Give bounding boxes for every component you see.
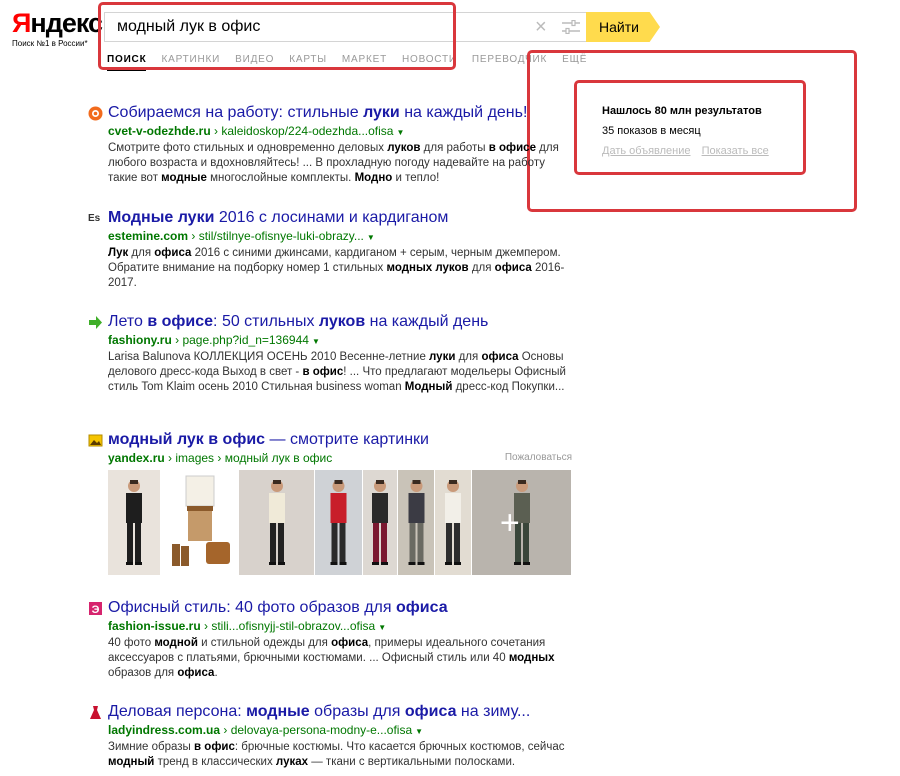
more-images-plus-icon[interactable]: + (500, 506, 520, 540)
gallery-thumbnail[interactable] (435, 470, 471, 575)
search-result: Деловая персона: модные образы для офиса… (88, 702, 578, 770)
result-snippet: Зимние образы в офис: брючные костюмы. Ч… (108, 741, 565, 768)
results-count: Нашлось 80 млн результатов (602, 105, 762, 117)
fashion-issue-icon: Э (89, 602, 102, 616)
result-title-link[interactable]: Деловая персона: модные образы для офиса… (108, 702, 578, 722)
search-result: Лето в офисе: 50 стильных луков на кажды… (88, 312, 578, 395)
result-url[interactable]: fashion-issue.ru › stili...ofisnyjj-stil… (108, 618, 578, 636)
image-gallery: + (108, 470, 572, 575)
image-gallery-icon (88, 434, 103, 447)
clear-icon[interactable]: × (535, 17, 547, 37)
gallery-thumbnail[interactable] (397, 470, 435, 575)
result-snippet: 40 фото модной и стильной одежды для офи… (108, 637, 555, 679)
search-result: Собираемся на работу: стильные луки на к… (88, 103, 578, 186)
search-result: Э Офисный стиль: 40 фото образов для офи… (88, 598, 578, 681)
gallery-thumbnail[interactable] (160, 470, 238, 575)
result-title-link[interactable]: Офисный стиль: 40 фото образов для офиса (108, 598, 578, 618)
result-title-link[interactable]: Лето в офисе: 50 стильных луков на кажды… (108, 312, 578, 332)
gallery-thumbnail[interactable] (108, 470, 160, 575)
orange-circle-icon (88, 106, 103, 121)
gallery-thumbnail[interactable] (362, 470, 397, 575)
result-title-link[interactable]: модный лук в офис — смотрите картинки (108, 430, 578, 450)
report-link[interactable]: Пожаловаться (505, 452, 572, 463)
result-snippet: Смотрите фото стильных и одновременно де… (108, 142, 559, 184)
find-button[interactable]: Найти (586, 12, 660, 42)
result-title-link[interactable]: Модные луки 2016 с лосинами и кардиганом (108, 208, 578, 228)
red-dress-icon (90, 706, 101, 719)
result-snippet: Larisa Balunova КОЛЛЕКЦИЯ ОСЕНЬ 2010 Вес… (108, 351, 566, 393)
green-arrow-icon (89, 316, 102, 329)
result-url[interactable]: fashiony.ru › page.php?id_n=136944 ▼ (108, 332, 578, 350)
svg-text:Э: Э (92, 604, 100, 616)
gallery-thumbnail[interactable]: + (471, 470, 571, 575)
monthly-shows: 35 показов в месяц (602, 125, 701, 137)
search-result: Пожаловаться модный лук в офис — смотрит… (88, 430, 578, 466)
gallery-thumbnail[interactable] (238, 470, 315, 575)
result-snippet: Лук для офиса 2016 с синими джинсами, ка… (108, 247, 565, 289)
result-title-link[interactable]: Собираемся на работу: стильные луки на к… (108, 103, 578, 123)
es-letters-icon: Es (88, 213, 101, 224)
gallery-thumbnail[interactable] (315, 470, 362, 575)
search-highlight-box (98, 2, 456, 70)
settings-sliders-icon[interactable] (562, 20, 580, 34)
result-url[interactable]: cvet-v-odezhde.ru › kaleidoskop/224-odez… (108, 123, 578, 141)
results-info-panel: Нашлось 80 млн результатов 35 показов в … (602, 103, 822, 159)
result-url[interactable]: estemine.com › stil/stilnye-ofisnye-luki… (108, 228, 578, 246)
place-ad-link[interactable]: Дать объявление (602, 145, 691, 157)
logo-wordmark: Яндекс (12, 8, 103, 38)
yandex-logo[interactable]: Яндекс Поиск №1 в России* (12, 8, 103, 48)
search-result: Es Модные луки 2016 с лосинами и кардига… (88, 208, 578, 291)
show-all-link[interactable]: Показать все (702, 145, 769, 157)
result-url[interactable]: ladyindress.com.ua › delovaya-persona-mo… (108, 722, 578, 740)
logo-tagline: Поиск №1 в России* (12, 39, 88, 48)
